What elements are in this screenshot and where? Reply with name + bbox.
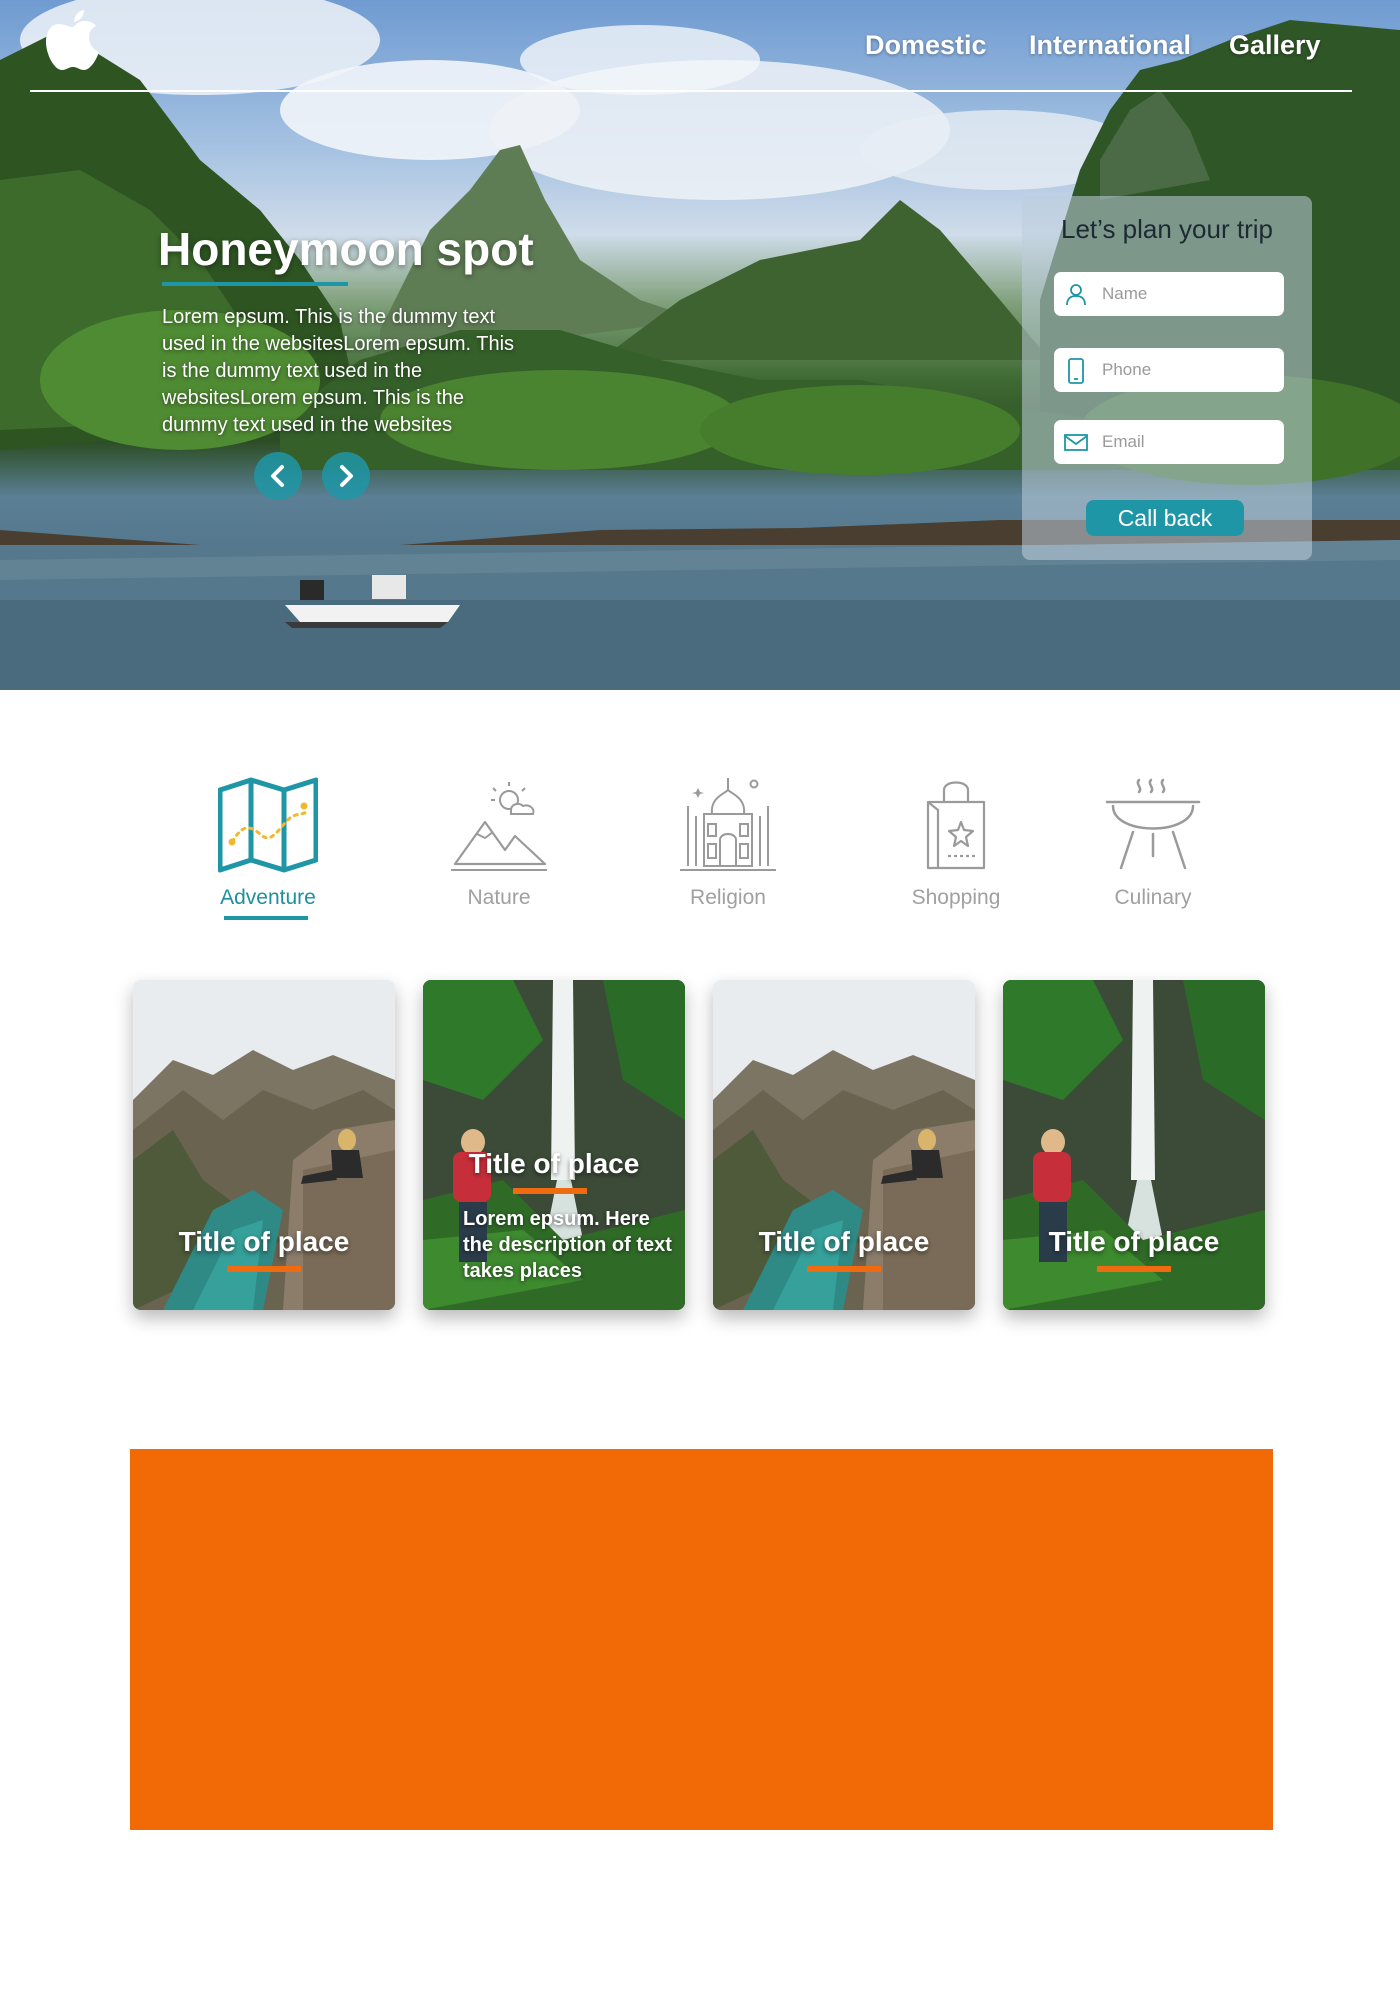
temple-icon <box>680 778 776 871</box>
place-card-title: Title of place <box>1048 1226 1220 1257</box>
active-category-underline <box>224 916 308 920</box>
user-icon <box>1066 284 1086 306</box>
place-card-hovered[interactable]: Title of place Lorem epsum. Here the des… <box>423 980 685 1310</box>
grill-icon <box>1105 778 1201 870</box>
category-label: Shopping <box>911 886 1001 909</box>
place-card-description: Lorem epsum. Here the description of tex… <box>463 1208 672 1282</box>
mountain-icon <box>451 782 547 871</box>
phone-icon <box>1068 358 1084 384</box>
email-field[interactable] <box>1054 420 1284 464</box>
nav-item-domestic[interactable]: Domestic <box>865 30 987 61</box>
chevron-right-icon <box>340 465 353 487</box>
nav-item-international[interactable]: International <box>1029 30 1191 61</box>
category-shopping[interactable]: Shopping <box>881 770 1031 920</box>
category-label: Religion <box>690 886 766 909</box>
slider-next-button[interactable] <box>322 452 370 500</box>
phone-field[interactable] <box>1054 348 1284 392</box>
place-card-underline <box>227 1266 301 1272</box>
promo-block <box>130 1449 1273 1830</box>
chevron-left-icon <box>271 465 284 487</box>
hero-banner: Domestic International Gallery Honeymoon… <box>0 0 1400 690</box>
category-label: Adventure <box>220 886 316 909</box>
place-card-title: Title of place <box>468 1148 640 1179</box>
category-label: Culinary <box>1114 886 1192 909</box>
place-card-image <box>133 980 395 1310</box>
category-nature[interactable]: Nature <box>424 770 574 920</box>
place-card-image <box>713 980 975 1310</box>
trip-plan-title: Let’s plan your trip <box>1061 214 1273 244</box>
email-icon <box>1064 434 1088 451</box>
trip-plan-form: Let’s plan your trip Call back <box>1022 196 1312 560</box>
nav-item-gallery[interactable]: Gallery <box>1229 30 1321 61</box>
slider-prev-button[interactable] <box>254 452 302 500</box>
hero-title: Honeymoon spot <box>158 223 534 275</box>
place-card[interactable]: Title of place <box>133 980 395 1310</box>
place-card-underline <box>807 1266 881 1272</box>
name-input[interactable] <box>1102 280 1272 308</box>
shopping-bag-icon <box>926 781 986 870</box>
nav-divider <box>30 90 1352 92</box>
map-icon <box>218 777 318 873</box>
category-label: Nature <box>467 886 531 909</box>
place-card-title: Title of place <box>178 1226 350 1257</box>
place-card-image <box>1003 980 1265 1310</box>
category-adventure[interactable]: Adventure <box>193 770 343 920</box>
place-card[interactable]: Title of place <box>1003 980 1265 1310</box>
place-card-underline <box>1097 1266 1171 1272</box>
call-back-button[interactable]: Call back <box>1086 500 1244 536</box>
place-card-title: Title of place <box>758 1226 930 1257</box>
email-input[interactable] <box>1102 428 1272 456</box>
phone-input[interactable] <box>1102 356 1272 384</box>
hero-description: Lorem epsum. This is the dummy text used… <box>162 306 515 436</box>
place-card[interactable]: Title of place <box>713 980 975 1310</box>
category-religion[interactable]: Religion <box>653 770 803 920</box>
hero-title-underline <box>162 282 348 286</box>
category-culinary[interactable]: Culinary <box>1078 770 1228 920</box>
name-field[interactable] <box>1054 272 1284 316</box>
apple-logo-icon[interactable] <box>44 8 102 74</box>
place-card-underline <box>513 1188 587 1194</box>
